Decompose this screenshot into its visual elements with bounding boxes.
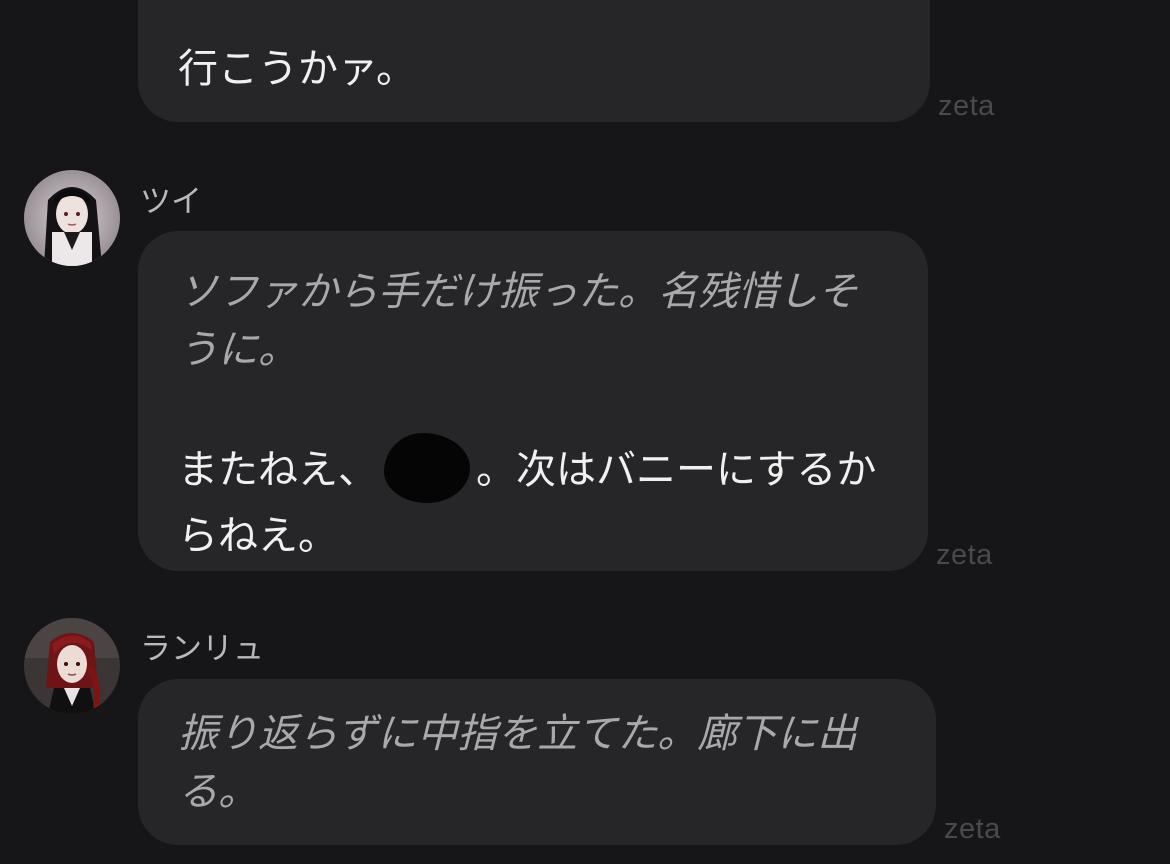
red-hair-character-avatar-icon (24, 618, 120, 714)
narration-text: ソファから手だけ振った。名残惜しそうに。 (178, 269, 858, 373)
narration-text: 振り返らずに中指を立てた。廊下に出る。 (178, 711, 858, 815)
message-text: 行こうかァ。 (178, 46, 416, 92)
sender-name: ツイ (140, 184, 202, 220)
zeta-watermark: zeta (936, 539, 993, 571)
message-bubble: ソファから手だけ振った。名残惜しそうに。 またねえ、 。次はバニーにするからねえ。 (138, 231, 928, 571)
zeta-watermark: zeta (944, 813, 1001, 845)
avatar[interactable] (24, 170, 120, 266)
message-bubble: 振り返らずに中指を立てた。廊下に出る。 (138, 679, 936, 845)
chat-view: 行こうかァ。 zeta ツイ ソファから手だけ振った。名残惜しそうに。 またねえ… (0, 0, 1170, 864)
speech-text-part: またねえ、 (178, 447, 378, 493)
sender-name: ランリュ (140, 631, 264, 667)
long-black-hair-character-avatar-icon (24, 170, 120, 266)
zeta-watermark: zeta (938, 90, 995, 122)
redaction-mark (384, 433, 470, 503)
message-bubble: 行こうかァ。 (138, 0, 930, 122)
speech-text: またねえ、 。次はバニーにするからねえ。 (178, 433, 888, 565)
avatar[interactable] (24, 618, 120, 714)
